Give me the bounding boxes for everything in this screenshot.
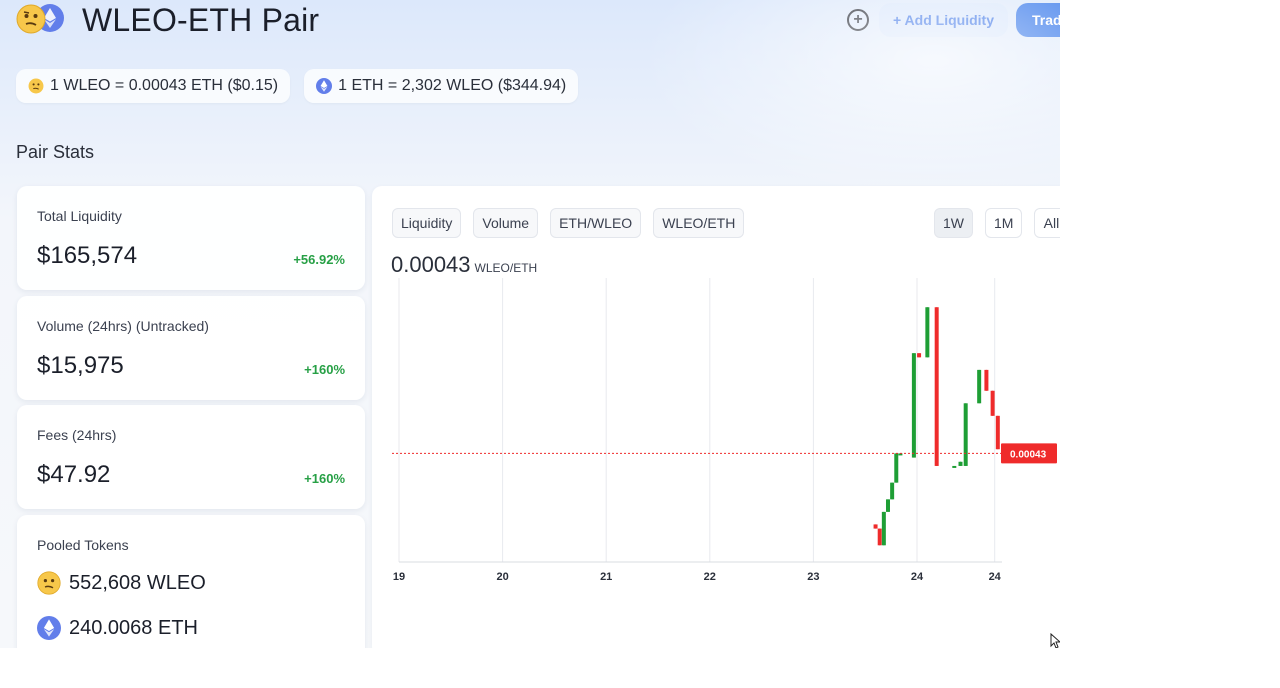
wleo-price-text: 1 WLEO = 0.00043 ETH ($0.15) bbox=[50, 77, 279, 94]
mouse-cursor-icon bbox=[1050, 633, 1060, 648]
candle bbox=[963, 403, 968, 466]
eth-price-chip[interactable]: 1 ETH = 2,302 WLEO ($344.94) bbox=[304, 69, 579, 103]
candle bbox=[917, 353, 922, 358]
x-tick-label: 22 bbox=[704, 571, 716, 583]
candle bbox=[934, 307, 939, 466]
candle bbox=[873, 524, 878, 529]
candle bbox=[885, 499, 890, 512]
eth-token-icon bbox=[37, 616, 61, 640]
pooled-eth-row: 240.0068 ETH bbox=[37, 616, 198, 640]
pooled-eth-amount: 240.0068 ETH bbox=[69, 616, 198, 639]
chart-panel: Liquidity Volume ETH/WLEO WLEO/ETH 1W 1M… bbox=[372, 186, 1060, 648]
candle bbox=[995, 415, 1000, 450]
candle bbox=[977, 369, 982, 404]
header-actions: + + Add Liquidity Trade bbox=[847, 3, 1060, 37]
candle bbox=[952, 465, 957, 468]
x-tick-label: 21 bbox=[600, 571, 612, 583]
volume-card: Volume (24hrs) (Untracked) $15,975 +160% bbox=[17, 296, 365, 400]
x-tick-label: 23 bbox=[807, 571, 819, 583]
candle bbox=[925, 307, 930, 358]
page-header: WLEO-ETH Pair bbox=[16, 0, 319, 40]
eth-token-icon bbox=[316, 78, 333, 94]
x-tick-label: 24 bbox=[911, 571, 924, 583]
x-tick-label: 24 bbox=[989, 571, 1002, 583]
wleo-token-icon bbox=[28, 78, 44, 94]
stat-change: +160% bbox=[304, 471, 345, 486]
stat-label: Fees (24hrs) bbox=[37, 427, 117, 443]
fees-card: Fees (24hrs) $47.92 +160% bbox=[17, 405, 365, 509]
candlestick-chart[interactable]: 19 20 21 22 23 24 24 0.00043 bbox=[372, 186, 1060, 596]
current-price-tag: 0.00043 bbox=[1001, 443, 1057, 464]
add-liquidity-button[interactable]: + Add Liquidity bbox=[879, 3, 1008, 37]
candle bbox=[958, 461, 963, 466]
page-title: WLEO-ETH Pair bbox=[82, 1, 320, 38]
candle bbox=[881, 511, 886, 546]
x-tick-label: 20 bbox=[496, 571, 508, 583]
candle bbox=[911, 353, 916, 458]
app-viewport: WLEO-ETH Pair + + Add Liquidity Trade 1 … bbox=[0, 0, 1060, 648]
stat-label: Total Liquidity bbox=[37, 208, 122, 224]
candle bbox=[984, 369, 989, 391]
stat-label: Pooled Tokens bbox=[37, 537, 129, 553]
candle bbox=[890, 482, 895, 500]
trade-button[interactable]: Trade bbox=[1016, 3, 1060, 37]
eth-price-text: 1 ETH = 2,302 WLEO ($344.94) bbox=[338, 77, 567, 94]
stat-change: +56.92% bbox=[293, 252, 345, 267]
wleo-token-icon bbox=[37, 571, 61, 595]
pooled-wleo-row: 552,608 WLEO bbox=[37, 571, 206, 595]
price-chips: 1 WLEO = 0.00043 ETH ($0.15) 1 ETH = 2,3… bbox=[16, 69, 592, 103]
stat-value: $15,975 bbox=[37, 352, 124, 379]
x-tick-label: 19 bbox=[393, 571, 405, 583]
stat-change: +160% bbox=[304, 362, 345, 377]
stat-label: Volume (24hrs) (Untracked) bbox=[37, 318, 209, 334]
current-price-label: 0.00043 bbox=[1010, 449, 1047, 460]
wleo-price-chip[interactable]: 1 WLEO = 0.00043 ETH ($0.15) bbox=[16, 69, 291, 103]
stat-value: $47.92 bbox=[37, 461, 111, 488]
pair-stats-heading: Pair Stats bbox=[16, 142, 95, 162]
add-pair-icon[interactable]: + bbox=[847, 9, 870, 31]
stat-value: $165,574 bbox=[37, 242, 138, 269]
wleo-token-icon bbox=[16, 4, 46, 39]
candle bbox=[894, 453, 899, 483]
pair-logo bbox=[16, 0, 66, 40]
candle bbox=[877, 528, 882, 546]
pooled-wleo-amount: 552,608 WLEO bbox=[69, 571, 206, 594]
candle bbox=[990, 390, 995, 416]
pooled-tokens-card: Pooled Tokens 552,608 WLEO 240.0068 ETH bbox=[17, 515, 365, 648]
total-liquidity-card: Total Liquidity $165,574 +56.92% bbox=[17, 186, 365, 290]
